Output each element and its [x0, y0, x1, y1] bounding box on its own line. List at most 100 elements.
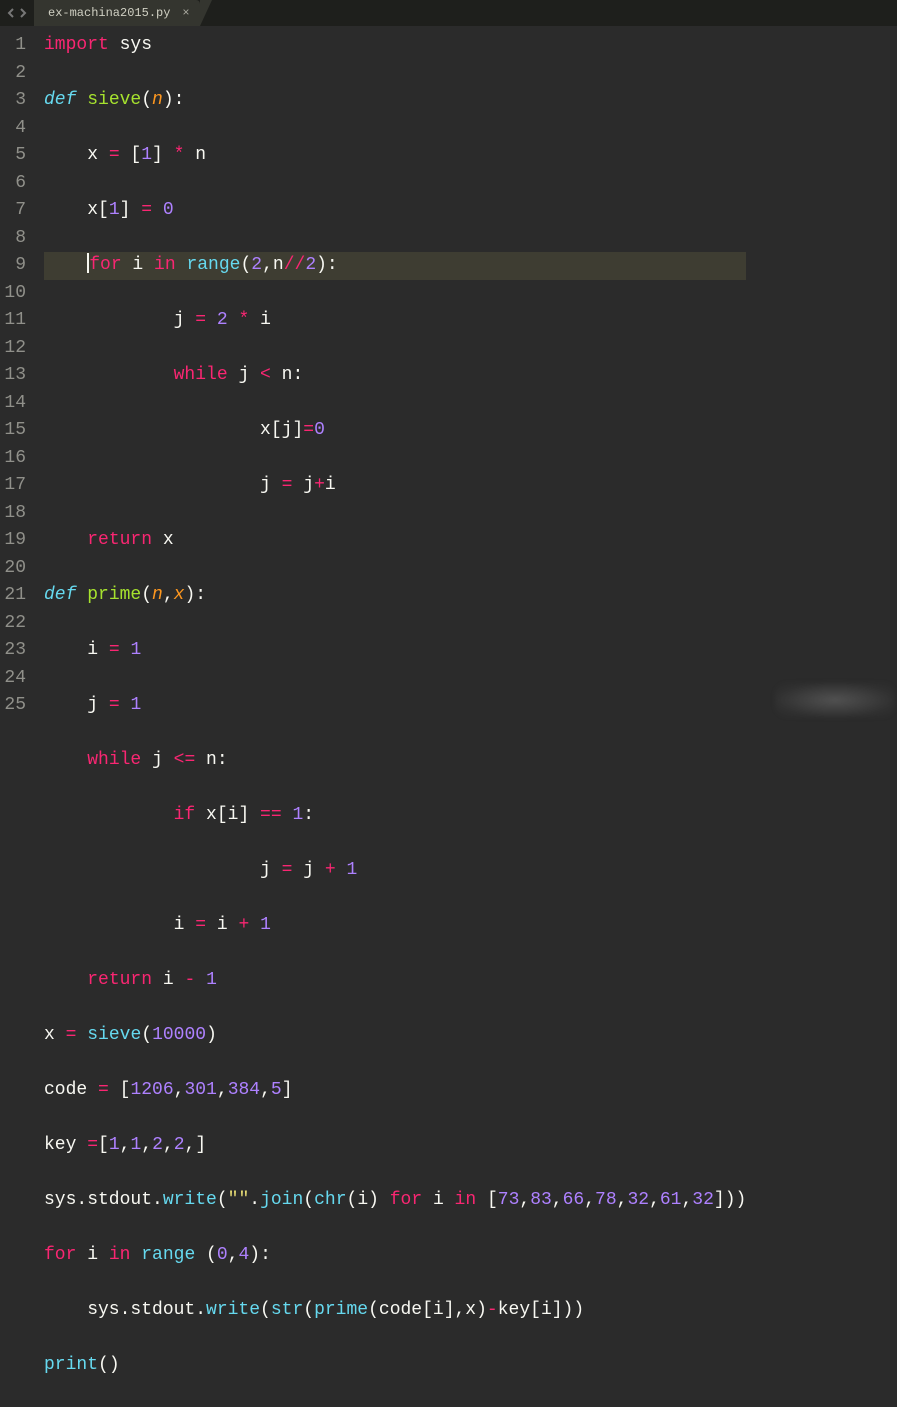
code-pane[interactable]: import sys def sieve(n): x = [1] * n x[1…	[38, 26, 746, 719]
code-line[interactable]: import sys	[44, 32, 746, 60]
token: 1	[109, 1135, 120, 1155]
token: ,	[552, 1190, 563, 1210]
token: (	[141, 585, 152, 605]
token: =	[195, 310, 206, 330]
token	[44, 805, 174, 825]
tab-filename: ex-machina2015.py	[48, 6, 170, 20]
token: 1	[292, 805, 303, 825]
code-line[interactable]: x = sieve(10000)	[44, 1022, 746, 1050]
line-number: 2	[4, 60, 28, 88]
code-line[interactable]: return x	[44, 527, 746, 555]
token: )	[206, 1025, 217, 1045]
code-line[interactable]: j = j+i	[44, 472, 746, 500]
token: [	[120, 145, 142, 165]
token: x	[152, 530, 174, 550]
token	[120, 695, 131, 715]
token: j	[292, 860, 324, 880]
code-line[interactable]: sys.stdout.write("".join(chr(i) for i in…	[44, 1187, 746, 1215]
token: 2	[174, 1135, 185, 1155]
code-line[interactable]: def sieve(n):	[44, 87, 746, 115]
token: (	[260, 1300, 271, 1320]
token: str	[271, 1300, 303, 1320]
token: if	[174, 805, 196, 825]
token: j	[228, 365, 260, 385]
line-number: 18	[4, 500, 28, 528]
token	[282, 805, 293, 825]
code-line[interactable]: i = 1	[44, 637, 746, 665]
tab-prev-icon[interactable]	[6, 8, 16, 18]
code-line[interactable]: sys.stdout.write(str(prime(code[i],x)-ke…	[44, 1297, 746, 1325]
editor-area: 1234567891011121314151617181920212223242…	[0, 26, 897, 719]
token: chr	[314, 1190, 346, 1210]
token: x[j]	[44, 420, 303, 440]
token: =	[303, 420, 314, 440]
code-line[interactable]: x[1] = 0	[44, 197, 746, 225]
line-number: 21	[4, 582, 28, 610]
line-number: 6	[4, 170, 28, 198]
line-number: 19	[4, 527, 28, 555]
token: x	[44, 145, 109, 165]
token: 1	[130, 640, 141, 660]
token: in	[455, 1190, 477, 1210]
code-line[interactable]: j = 2 * i	[44, 307, 746, 335]
token: (	[195, 1245, 217, 1265]
code-line[interactable]: i = i + 1	[44, 912, 746, 940]
code-line[interactable]: return i - 1	[44, 967, 746, 995]
code-line[interactable]: for i in range(2,n//2):	[44, 252, 746, 280]
code-line[interactable]: while j <= n:	[44, 747, 746, 775]
code-line[interactable]: x = [1] * n	[44, 142, 746, 170]
token: write	[206, 1300, 260, 1320]
code-line[interactable]: if x[i] == 1:	[44, 802, 746, 830]
token: ,	[120, 1135, 131, 1155]
code-line[interactable]: for i in range (0,4):	[44, 1242, 746, 1270]
token: i	[249, 310, 271, 330]
token	[206, 310, 217, 330]
code-line[interactable]: j = 1	[44, 692, 746, 720]
code-line[interactable]: while j < n:	[44, 362, 746, 390]
token: 78	[595, 1190, 617, 1210]
token	[44, 750, 87, 770]
code-line[interactable]: j = j + 1	[44, 857, 746, 885]
token: ]	[282, 1080, 293, 1100]
token: 83	[530, 1190, 552, 1210]
code-line[interactable]: code = [1206,301,384,5]	[44, 1077, 746, 1105]
line-number: 10	[4, 280, 28, 308]
token: (	[141, 90, 152, 110]
token: 5	[271, 1080, 282, 1100]
token: in	[154, 255, 176, 275]
line-number: 12	[4, 335, 28, 363]
token: 1	[130, 1135, 141, 1155]
tab-next-icon[interactable]	[18, 8, 28, 18]
token: ):	[249, 1245, 271, 1265]
token: 1	[130, 695, 141, 715]
code-line[interactable]: key =[1,1,2,2,]	[44, 1132, 746, 1160]
token: 61	[660, 1190, 682, 1210]
token: code	[44, 1080, 98, 1100]
token: 10000	[152, 1025, 206, 1045]
token: ,	[649, 1190, 660, 1210]
token: range	[141, 1245, 195, 1265]
code-line[interactable]: x[j]=0	[44, 417, 746, 445]
token: j	[44, 475, 282, 495]
token	[195, 970, 206, 990]
token: (	[303, 1190, 314, 1210]
close-icon[interactable]: ×	[182, 6, 189, 20]
token: 1	[109, 200, 120, 220]
line-number: 16	[4, 445, 28, 473]
tab-file[interactable]: ex-machina2015.py ×	[34, 0, 200, 26]
token: [	[109, 1080, 131, 1100]
token: n:	[271, 365, 303, 385]
token: (	[217, 1190, 228, 1210]
line-number: 24	[4, 665, 28, 693]
token: ,	[681, 1190, 692, 1210]
token: 1	[206, 970, 217, 990]
code-line[interactable]: def prime(n,x):	[44, 582, 746, 610]
token: (	[240, 255, 251, 275]
token: =	[109, 640, 120, 660]
code-line[interactable]: print()	[44, 1352, 746, 1380]
token	[249, 915, 260, 935]
token: .	[249, 1190, 260, 1210]
token: join	[260, 1190, 303, 1210]
tab-bar: ex-machina2015.py ×	[0, 0, 897, 26]
token: j	[292, 475, 314, 495]
